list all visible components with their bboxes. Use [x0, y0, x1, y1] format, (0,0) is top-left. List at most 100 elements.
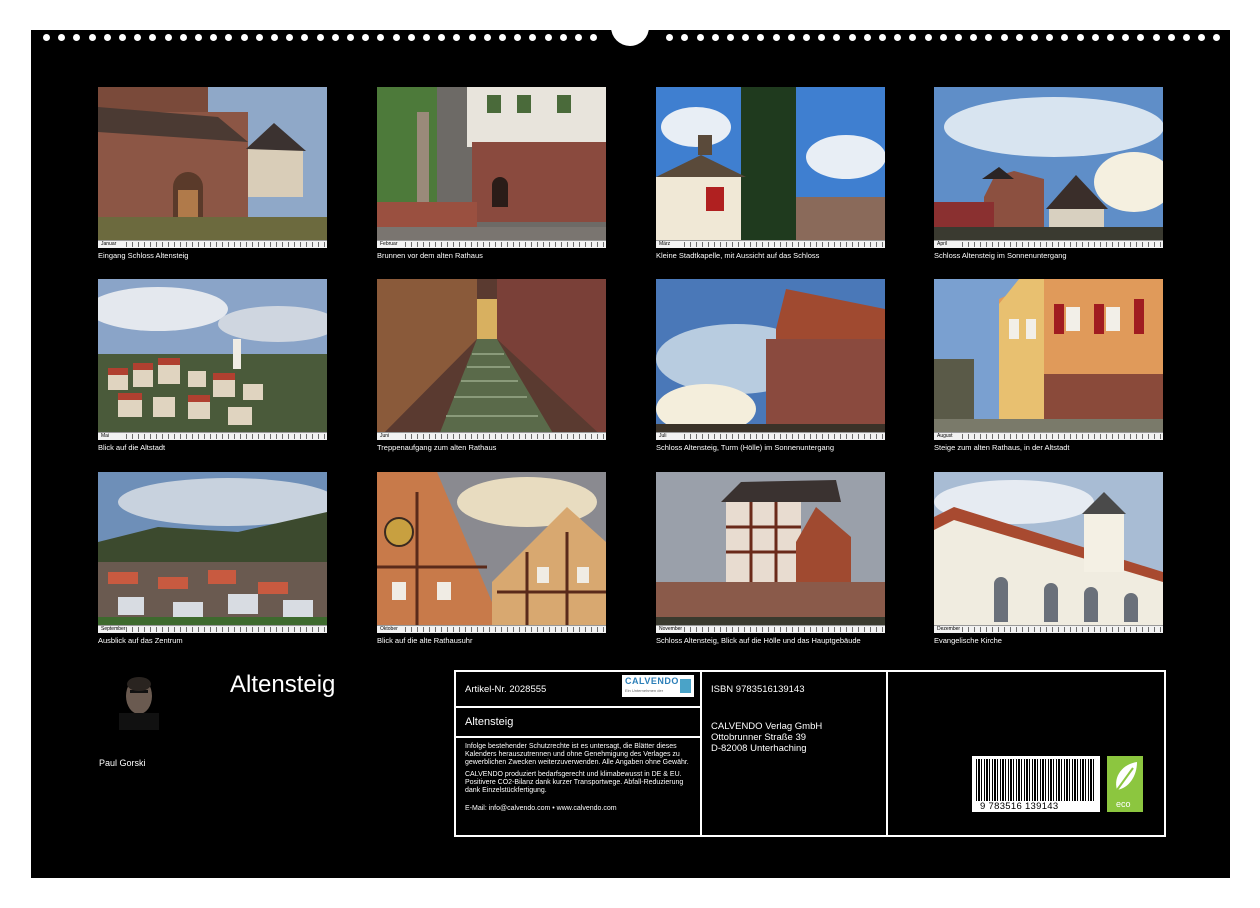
title-row: Altensteig [456, 708, 700, 738]
binding-ring [271, 34, 278, 41]
binding-ring [666, 34, 673, 41]
binding-ring [955, 34, 962, 41]
photo-brunnen: Februar [377, 87, 606, 248]
photo-steige: August [934, 279, 1163, 440]
binding-ring [210, 34, 217, 41]
binding-ring [1198, 34, 1205, 41]
binding-ring [697, 34, 704, 41]
calendar-strip: Juli [656, 432, 885, 440]
tile-caption: Treppenaufgang zum alten Rathaus [377, 443, 497, 452]
barcode-bars [976, 759, 1096, 801]
binding-ring [149, 34, 156, 41]
photo-eingang-schloss: Januar [98, 87, 327, 248]
binding-ring [1077, 34, 1084, 41]
tile-caption: Schloss Altensteig im Sonnenuntergang [934, 251, 1067, 260]
binding-ring [362, 34, 369, 41]
binding-ring [940, 34, 947, 41]
tile-maerz: März Kleine Stadtkapelle, mit Aussicht a… [656, 87, 885, 260]
binding-ring [165, 34, 172, 41]
binding-ring [332, 34, 339, 41]
tile-oktober: Oktober Blick auf die alte Rathausuhr [377, 472, 606, 645]
info-column-barcode: 9 783516 139143 eco [888, 672, 1164, 835]
tile-caption: Blick auf die Altstadt [98, 443, 166, 452]
contact-line: E-Mail: info@calvendo.com • www.calvendo… [465, 805, 617, 812]
binding-ring [773, 34, 780, 41]
binding-ring [985, 34, 992, 41]
tile-august: August Steige zum alten Rathaus, in der … [934, 279, 1163, 452]
calendar-strip: September [98, 625, 327, 633]
binding-ring [89, 34, 96, 41]
binding-ring [1213, 34, 1220, 41]
binding-ring [514, 34, 521, 41]
binding-ring [818, 34, 825, 41]
photo-evangelische-kirche: Dezember [934, 472, 1163, 633]
binding-ring [393, 34, 400, 41]
binding-ring [1001, 34, 1008, 41]
binding-ring [423, 34, 430, 41]
photo-treppenaufgang: Juni [377, 279, 606, 440]
calendar-strip: April [934, 240, 1163, 248]
tile-februar: Februar Brunnen vor dem alten Rathaus [377, 87, 606, 260]
photo-hoelle-hauptgebaeude: November [656, 472, 885, 633]
article-row: Artikel-Nr. 2028555 CALVENDO Ein Unterne… [456, 672, 700, 708]
binding-ring [925, 34, 932, 41]
binding-ring [377, 34, 384, 41]
binding-ring [119, 34, 126, 41]
binding-ring [408, 34, 415, 41]
binding-ring [803, 34, 810, 41]
calendar-title: Altensteig [230, 671, 336, 698]
tile-dezember: Dezember Evangelische Kirche [934, 472, 1163, 645]
tile-caption: Schloss Altensteig, Blick auf die Hölle … [656, 636, 861, 645]
legal-climate: CALVENDO produziert bedarfsgerecht und k… [465, 771, 684, 794]
binding-ring [256, 34, 263, 41]
author-portrait [119, 668, 159, 730]
calendar-strip: Januar [98, 240, 327, 248]
binding-ring [1153, 34, 1160, 41]
binding-ring [347, 34, 354, 41]
binding-ring [849, 34, 856, 41]
calendar-strip: Oktober [377, 625, 606, 633]
calendar-strip: März [656, 240, 885, 248]
info-title: Altensteig [465, 716, 514, 728]
binding-ring [545, 34, 552, 41]
tile-caption: Schloss Altensteig, Turm (Hölle) im Sonn… [656, 443, 835, 452]
photo-schloss-sonnenuntergang: April [934, 87, 1163, 248]
binding-ring [590, 34, 597, 41]
binding-ring [43, 34, 50, 41]
calvendo-logo: CALVENDO Ein Unternehmen der [622, 675, 694, 697]
info-column-article: Artikel-Nr. 2028555 CALVENDO Ein Unterne… [456, 672, 702, 835]
binding-ring [58, 34, 65, 41]
photo-zentrum: September [98, 472, 327, 633]
tile-caption: Ausblick auf das Zentrum [98, 636, 183, 645]
calvendo-logo-icon [680, 679, 691, 693]
binding-ring [1016, 34, 1023, 41]
binding-ring [225, 34, 232, 41]
legal-text: Infolge bestehender Schutzrechte ist es … [465, 743, 697, 817]
tile-juni: Juni Treppenaufgang zum alten Rathaus [377, 279, 606, 452]
publisher-address: CALVENDO Verlag GmbH Ottobrunner Straße … [711, 721, 823, 754]
binding-ring [864, 34, 871, 41]
tile-november: November Schloss Altensteig, Blick auf d… [656, 472, 885, 645]
legal-copyright: Infolge bestehender Schutzrechte ist es … [465, 743, 689, 766]
calendar-strip: November [656, 625, 885, 633]
binding-ring [134, 34, 141, 41]
barcode-digits: 9 783516 139143 [980, 801, 1059, 812]
binding-ring [894, 34, 901, 41]
binding-ring [712, 34, 719, 41]
binding-ring [104, 34, 111, 41]
article-number: Artikel-Nr. 2028555 [465, 684, 547, 695]
binding-ring [453, 34, 460, 41]
binding-ring [879, 34, 886, 41]
binding-ring [499, 34, 506, 41]
tile-mai: Mai Blick auf die Altstadt [98, 279, 327, 452]
tile-caption: Blick auf die alte Rathausuhr [377, 636, 473, 645]
tile-september: September Ausblick auf das Zentrum [98, 472, 327, 645]
binding-ring [833, 34, 840, 41]
eco-label: eco [1116, 799, 1131, 809]
binding-ring [241, 34, 248, 41]
binding-ring [1107, 34, 1114, 41]
binding-ring [560, 34, 567, 41]
binding-ring [317, 34, 324, 41]
binding-ring [73, 34, 80, 41]
author-name: Paul Gorski [99, 758, 146, 768]
